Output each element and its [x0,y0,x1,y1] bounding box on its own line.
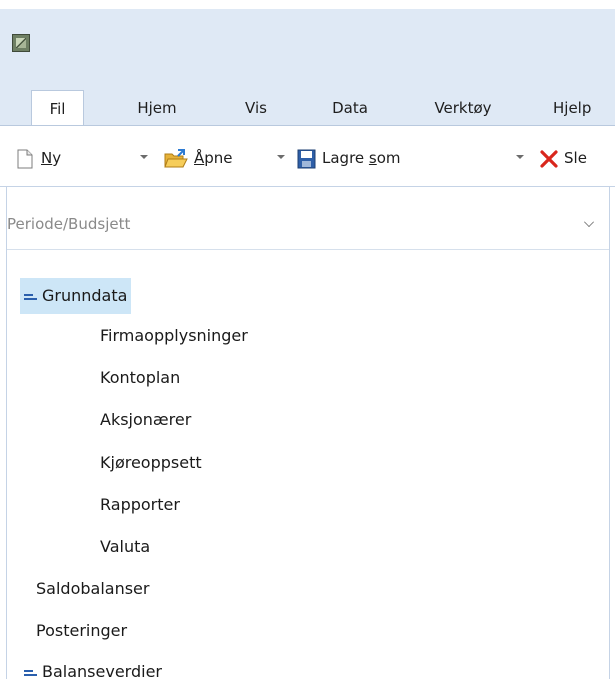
new-dropdown-arrow[interactable] [140,155,148,159]
save-as-label-suffix: om [376,149,401,167]
tree-item-saldobalanser[interactable]: Saldobalanser [36,571,149,607]
tree-item-label: Balanseverdier [42,662,162,679]
new-document-icon [17,149,33,169]
application-window: Fil Hjem Vis Data Verktøy Hjelp Ny Åpne [0,0,615,679]
chevron-down-icon [584,217,594,227]
new-label-mnemonic: N [41,149,53,167]
period-selector[interactable]: Periode/Budsjett [7,205,609,250]
tab-hjem[interactable]: Hjem [124,90,190,126]
tree-item-rapporter[interactable]: Rapporter [100,487,180,523]
tree-item-aksjonaerer[interactable]: Aksjonærer [100,402,191,438]
open-label-mnemonic: Å [194,149,205,167]
tree-item-valuta[interactable]: Valuta [100,529,150,565]
tree-item-balanseverdier[interactable]: Balanseverdier [24,654,162,679]
tree-item-posteringer[interactable]: Posteringer [36,613,127,649]
tree-item-label: Grunndata [42,286,128,305]
collapse-icon[interactable] [24,668,37,678]
open-folder-icon [164,148,188,169]
tab-fil[interactable]: Fil [31,90,84,126]
delete-button[interactable]: Sle [540,145,587,171]
save-as-label-prefix: Lagre [322,149,369,167]
tab-verktoy[interactable]: Verktøy [420,90,506,126]
save-as-button[interactable]: Lagre som [297,145,401,171]
open-button[interactable]: Åpne [164,145,233,171]
save-as-dropdown-arrow[interactable] [516,155,524,159]
save-disk-icon [297,149,316,169]
tab-vis[interactable]: Vis [234,90,278,126]
new-button[interactable]: Ny [17,145,61,171]
ribbon-tabs [0,79,615,125]
collapse-icon[interactable] [24,292,37,302]
new-label-suffix: y [52,149,62,167]
tree-item-firmaopplysninger[interactable]: Firmaopplysninger [100,318,248,354]
open-label-suffix: pne [204,149,233,167]
open-dropdown-arrow[interactable] [277,155,285,159]
panel-right-edge [609,187,615,679]
panel-left-edge [0,187,7,679]
tab-data[interactable]: Data [321,90,379,126]
tree-item-kjoreoppsett[interactable]: Kjøreoppsett [100,445,202,481]
app-logo-icon[interactable] [12,34,30,52]
tree-item-grunndata[interactable]: Grunndata [20,278,132,314]
period-placeholder: Periode/Budsjett [7,215,131,233]
tree-item-kontoplan[interactable]: Kontoplan [100,360,180,396]
delete-x-icon [540,149,558,169]
top-band [0,0,615,9]
delete-label: Sle [564,149,587,167]
save-as-label-mnemonic: s [368,149,377,167]
title-bar [0,9,615,79]
tab-hjelp[interactable]: Hjelp [553,90,615,126]
